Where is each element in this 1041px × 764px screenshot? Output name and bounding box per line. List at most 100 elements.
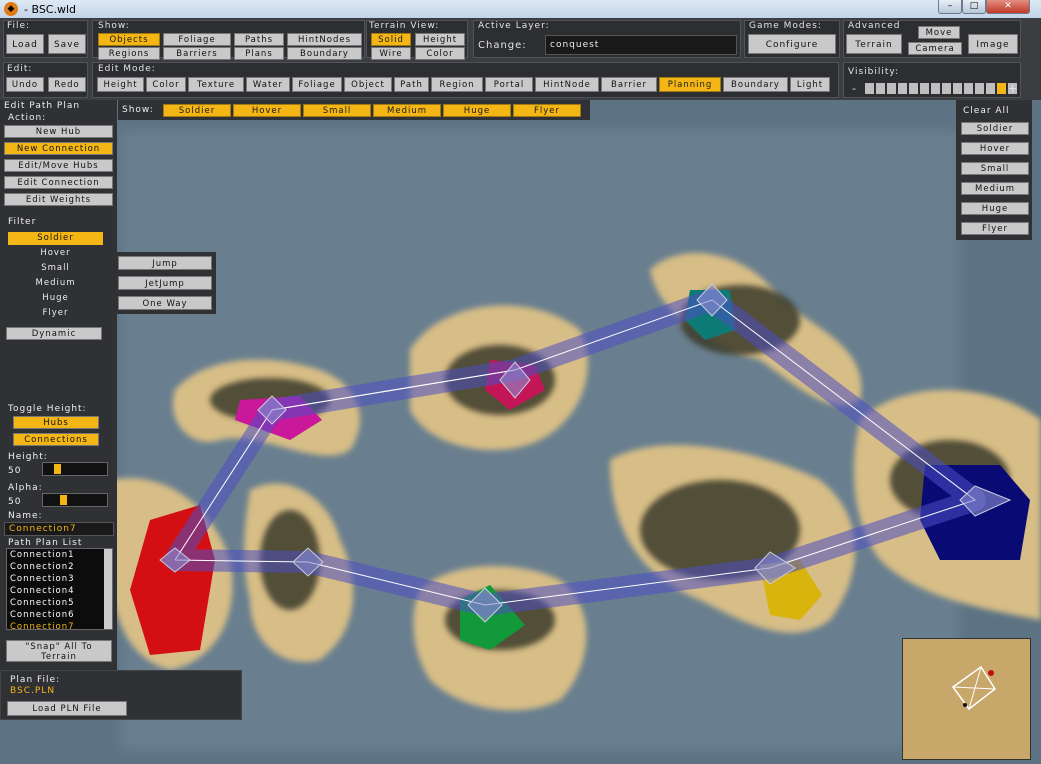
redo-button[interactable]: Redo: [48, 77, 86, 92]
visibility-cell[interactable]: [964, 83, 973, 94]
list-item[interactable]: Connection7: [7, 621, 112, 629]
edit-mode-barrier-button[interactable]: Barrier: [601, 77, 657, 92]
action-edit-weights-button[interactable]: Edit Weights: [4, 193, 113, 206]
alpha-slider-knob[interactable]: [60, 495, 67, 505]
minimap[interactable]: [902, 638, 1031, 760]
edit-mode-planning-button[interactable]: Planning: [659, 77, 721, 92]
jump-button[interactable]: Jump: [118, 256, 212, 270]
connections-toggle-button[interactable]: Connections: [13, 433, 99, 446]
visibility-cell[interactable]: [931, 83, 940, 94]
terrain-map[interactable]: [0, 100, 1041, 764]
visibility-cell[interactable]: [865, 83, 874, 94]
path-plan-list-scrollbar[interactable]: [104, 549, 112, 629]
show-objects-button[interactable]: Objects: [98, 33, 160, 46]
show-bar-huge-button[interactable]: Huge: [443, 104, 511, 117]
clear-huge-button[interactable]: Huge: [961, 202, 1029, 215]
action-edit-connection-button[interactable]: Edit Connection: [4, 176, 113, 189]
clear-small-button[interactable]: Small: [961, 162, 1029, 175]
visibility-cell[interactable]: [997, 83, 1006, 94]
list-item[interactable]: Connection4: [7, 585, 112, 597]
clear-medium-button[interactable]: Medium: [961, 182, 1029, 195]
clear-hover-button[interactable]: Hover: [961, 142, 1029, 155]
close-icon[interactable]: ✕: [986, 0, 1030, 14]
visibility-cell[interactable]: [887, 83, 896, 94]
show-foliage-button[interactable]: Foliage: [163, 33, 231, 46]
minimize-icon[interactable]: –: [938, 0, 962, 14]
edit-mode-color-button[interactable]: Color: [146, 77, 186, 92]
show-plans-button[interactable]: Plans: [234, 47, 284, 60]
visibility-decrease-button[interactable]: -: [852, 82, 857, 95]
snap-all-to-terrain-button[interactable]: "Snap" All To Terrain: [6, 640, 112, 662]
terrain-solid-button[interactable]: Solid: [371, 33, 411, 46]
visibility-increase-button[interactable]: +: [1008, 82, 1018, 95]
edit-mode-region-button[interactable]: Region: [431, 77, 483, 92]
one-way-button[interactable]: One Way: [118, 296, 212, 310]
list-item[interactable]: Connection2: [7, 561, 112, 573]
load-pln-file-button[interactable]: Load PLN File: [7, 701, 127, 716]
list-item[interactable]: Connection1: [7, 549, 112, 561]
filter-hover[interactable]: Hover: [8, 247, 103, 260]
maximize-icon[interactable]: □: [962, 0, 986, 14]
height-slider-knob[interactable]: [54, 464, 61, 474]
clear-all-label[interactable]: Clear All: [963, 106, 1010, 116]
undo-button[interactable]: Undo: [6, 77, 44, 92]
advanced-move-button[interactable]: Move: [918, 26, 960, 39]
show-bar-small-button[interactable]: Small: [303, 104, 371, 117]
edit-mode-path-button[interactable]: Path: [394, 77, 429, 92]
filter-small[interactable]: Small: [8, 262, 103, 275]
alpha-slider[interactable]: [42, 493, 108, 507]
edit-mode-foliage-button[interactable]: Foliage: [292, 77, 342, 92]
edit-mode-portal-button[interactable]: Portal: [485, 77, 533, 92]
action-edit-move-hubs-button[interactable]: Edit/Move Hubs: [4, 159, 113, 172]
height-slider[interactable]: [42, 462, 108, 476]
visibility-cell[interactable]: [942, 83, 951, 94]
edit-mode-light-button[interactable]: Light: [790, 77, 830, 92]
filter-medium[interactable]: Medium: [8, 277, 103, 290]
visibility-cell[interactable]: [898, 83, 907, 94]
show-bar-soldier-button[interactable]: Soldier: [163, 104, 231, 117]
show-regions-button[interactable]: Regions: [98, 47, 160, 60]
filter-flyer[interactable]: Flyer: [8, 307, 103, 320]
edit-mode-object-button[interactable]: Object: [344, 77, 392, 92]
edit-mode-boundary-button[interactable]: Boundary: [723, 77, 788, 92]
advanced-terrain-button[interactable]: Terrain: [846, 34, 902, 54]
visibility-cell[interactable]: [975, 83, 984, 94]
configure-button[interactable]: Configure: [748, 34, 836, 54]
show-bar-hover-button[interactable]: Hover: [233, 104, 301, 117]
visibility-cell[interactable]: [876, 83, 885, 94]
jetjump-button[interactable]: JetJump: [118, 276, 212, 290]
advanced-image-button[interactable]: Image: [968, 34, 1018, 54]
terrain-color-button[interactable]: Color: [415, 47, 465, 60]
action-new-connection-button[interactable]: New Connection: [4, 142, 113, 155]
visibility-cell[interactable]: [986, 83, 995, 94]
visibility-cell[interactable]: [920, 83, 929, 94]
clear-soldier-button[interactable]: Soldier: [961, 122, 1029, 135]
edit-mode-height-button[interactable]: Height: [97, 77, 144, 92]
terrain-height-button[interactable]: Height: [415, 33, 465, 46]
active-layer-field[interactable]: conquest: [545, 35, 737, 55]
edit-mode-texture-button[interactable]: Texture: [188, 77, 244, 92]
edit-mode-hintnode-button[interactable]: HintNode: [535, 77, 599, 92]
list-item[interactable]: Connection5: [7, 597, 112, 609]
clear-flyer-button[interactable]: Flyer: [961, 222, 1029, 235]
terrain-wire-button[interactable]: Wire: [371, 47, 411, 60]
show-bar-medium-button[interactable]: Medium: [373, 104, 441, 117]
hubs-toggle-button[interactable]: Hubs: [13, 416, 99, 429]
save-button[interactable]: Save: [48, 34, 86, 54]
name-field[interactable]: Connection7: [4, 522, 114, 536]
path-plan-list[interactable]: Connection1 Connection2 Connection3 Connect…: [6, 548, 113, 630]
terrain-viewport[interactable]: [0, 100, 1041, 764]
dynamic-button[interactable]: Dynamic: [6, 327, 102, 340]
show-bar-flyer-button[interactable]: Flyer: [513, 104, 581, 117]
load-button[interactable]: Load: [6, 34, 44, 54]
show-boundary-button[interactable]: Boundary: [287, 47, 362, 60]
list-item[interactable]: Connection3: [7, 573, 112, 585]
filter-soldier[interactable]: Soldier: [8, 232, 103, 245]
show-barriers-button[interactable]: Barriers: [163, 47, 231, 60]
filter-huge[interactable]: Huge: [8, 292, 103, 305]
visibility-cell[interactable]: [909, 83, 918, 94]
advanced-camera-button[interactable]: Camera: [908, 42, 962, 55]
action-new-hub-button[interactable]: New Hub: [4, 125, 113, 138]
show-hintnodes-button[interactable]: HintNodes: [287, 33, 362, 46]
list-item[interactable]: Connection6: [7, 609, 112, 621]
